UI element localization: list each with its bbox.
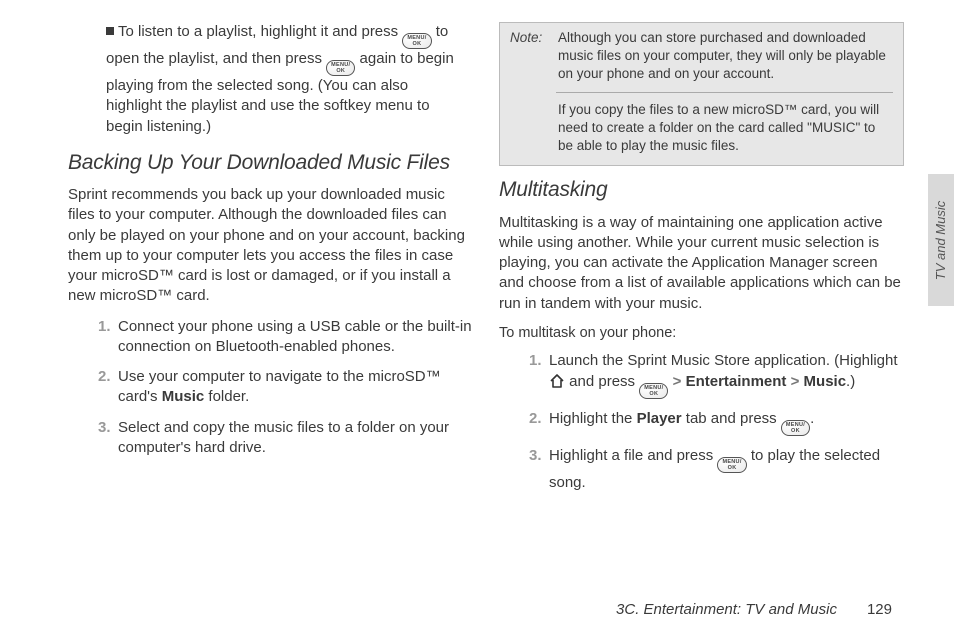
menu-ok-icon: MENU/OK: [717, 457, 746, 473]
playlist-bullet: To listen to a playlist, highlight it an…: [106, 22, 473, 137]
step-text: Use your computer to navigate to the mic…: [118, 368, 441, 405]
right-column: Note: Although you can store purchased a…: [499, 22, 904, 503]
step-item: 1. Connect your phone using a USB cable o…: [98, 317, 473, 358]
backup-steps: 1. Connect your phone using a USB cable o…: [98, 317, 473, 459]
step-number: 1.: [529, 351, 542, 371]
step-number: 3.: [98, 418, 111, 438]
chevron-right-icon: >: [673, 373, 682, 390]
step-text: Connect your phone using a USB cable or …: [118, 318, 472, 355]
section-side-tab: TV and Music: [928, 174, 954, 306]
menu-ok-icon: MENU/OK: [402, 33, 431, 49]
note-text-1: Although you can store purchased and dow…: [558, 29, 893, 84]
square-bullet-icon: [106, 27, 114, 35]
menu-ok-icon: MENU/OK: [781, 420, 810, 436]
step-number: 1.: [98, 317, 111, 337]
footer-section-title: 3C. Entertainment: TV and Music: [616, 601, 837, 618]
backup-paragraph: Sprint recommends you back up your downl…: [68, 185, 473, 307]
step-number: 3.: [529, 446, 542, 466]
menu-ok-icon: MENU/OK: [326, 60, 355, 76]
note-box: Note: Although you can store purchased a…: [499, 22, 904, 166]
menu-ok-icon: MENU/OK: [639, 383, 668, 399]
step-item: 2. Highlight the Player tab and press ME…: [529, 409, 904, 436]
step-item: 3. Select and copy the music files to a f…: [98, 418, 473, 459]
page-number: 129: [867, 601, 892, 618]
multitask-steps: 1. Launch the Sprint Music Store applica…: [529, 351, 904, 493]
side-tab-label: TV and Music: [934, 200, 949, 279]
step-text: Select and copy the music files to a fol…: [118, 419, 449, 456]
note-label: Note:: [510, 29, 550, 84]
step-number: 2.: [529, 409, 542, 429]
home-icon: [549, 374, 565, 388]
page-footer: 3C. Entertainment: TV and Music 129: [616, 601, 892, 618]
section-heading-multitasking: Multitasking: [499, 176, 904, 204]
bullet-text-1: To listen to a playlist, highlight it an…: [118, 23, 402, 40]
left-column: To listen to a playlist, highlight it an…: [68, 22, 473, 503]
step-text: Highlight the Player tab and press MENU/…: [549, 410, 814, 427]
multitask-lead: To multitask on your phone:: [499, 324, 904, 344]
note-divider: [556, 92, 893, 93]
page-content: To listen to a playlist, highlight it an…: [0, 0, 954, 503]
step-number: 2.: [98, 367, 111, 387]
section-heading-backup: Backing Up Your Downloaded Music Files: [68, 149, 473, 177]
step-item: 2. Use your computer to navigate to the m…: [98, 367, 473, 408]
chevron-right-icon: >: [791, 373, 800, 390]
multitasking-paragraph: Multitasking is a way of maintaining one…: [499, 213, 904, 314]
note-text-2: If you copy the files to a new microSD™ …: [558, 101, 893, 156]
step-text: Launch the Sprint Music Store applicatio…: [549, 352, 898, 389]
step-item: 3. Highlight a file and press MENU/OK to…: [529, 446, 904, 493]
step-item: 1. Launch the Sprint Music Store applica…: [529, 351, 904, 398]
step-text: Highlight a file and press MENU/OK to pl…: [549, 447, 880, 491]
